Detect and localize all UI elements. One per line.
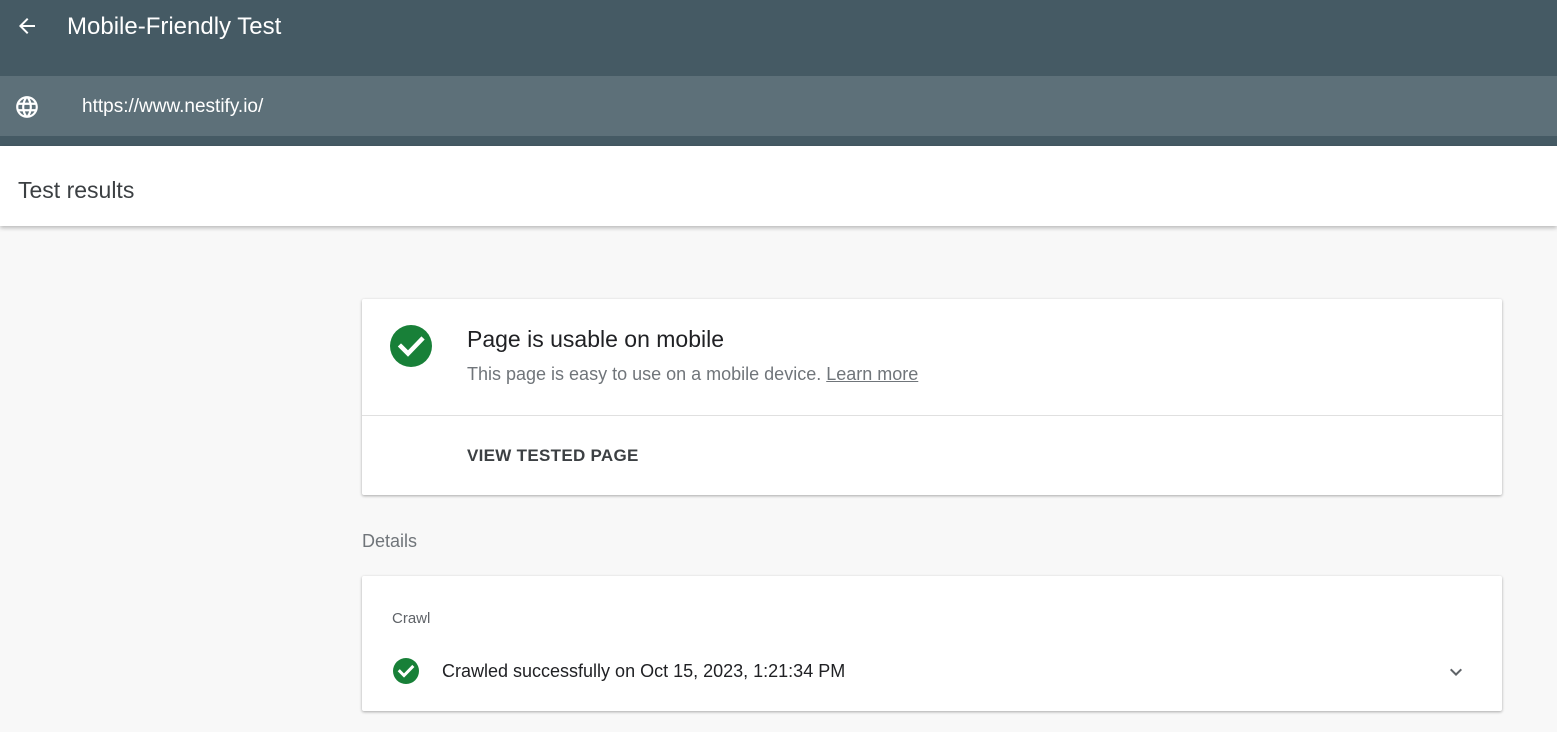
details-label: Details	[362, 531, 418, 551]
summary-title: Page is usable on mobile	[467, 326, 724, 352]
back-button[interactable]	[12, 11, 42, 41]
expand-button[interactable]	[1442, 658, 1470, 686]
crawl-heading: Crawl	[392, 610, 431, 627]
chevron-down-icon	[1450, 668, 1462, 676]
summary-card: Page is usable on mobile This page is ea…	[362, 299, 1502, 495]
globe-icon	[16, 96, 38, 118]
crawl-card[interactable]: Crawl Crawled successfully on Oct 15, 20…	[362, 576, 1502, 711]
summary-description-text: This page is easy to use on a mobile dev…	[467, 364, 822, 384]
results-header: Test results	[0, 146, 1557, 226]
app-title: Mobile-Friendly Test	[67, 13, 282, 40]
app-bar: Mobile-Friendly Test	[0, 0, 1557, 76]
learn-more-link[interactable]: Learn more	[826, 364, 918, 384]
check-circle-icon	[393, 658, 419, 684]
summary-description: This page is easy to use on a mobile dev…	[467, 363, 918, 385]
view-tested-page-button[interactable]: VIEW TESTED PAGE	[467, 445, 639, 467]
card-divider	[362, 415, 1502, 416]
crawl-status: Crawled successfully on Oct 15, 2023, 1:…	[442, 661, 846, 681]
arrow-back-icon	[19, 18, 35, 34]
page-title: Test results	[18, 177, 135, 203]
url-input[interactable]	[82, 94, 1282, 120]
url-bar-underline	[0, 136, 1557, 146]
check-circle-icon	[390, 325, 432, 367]
